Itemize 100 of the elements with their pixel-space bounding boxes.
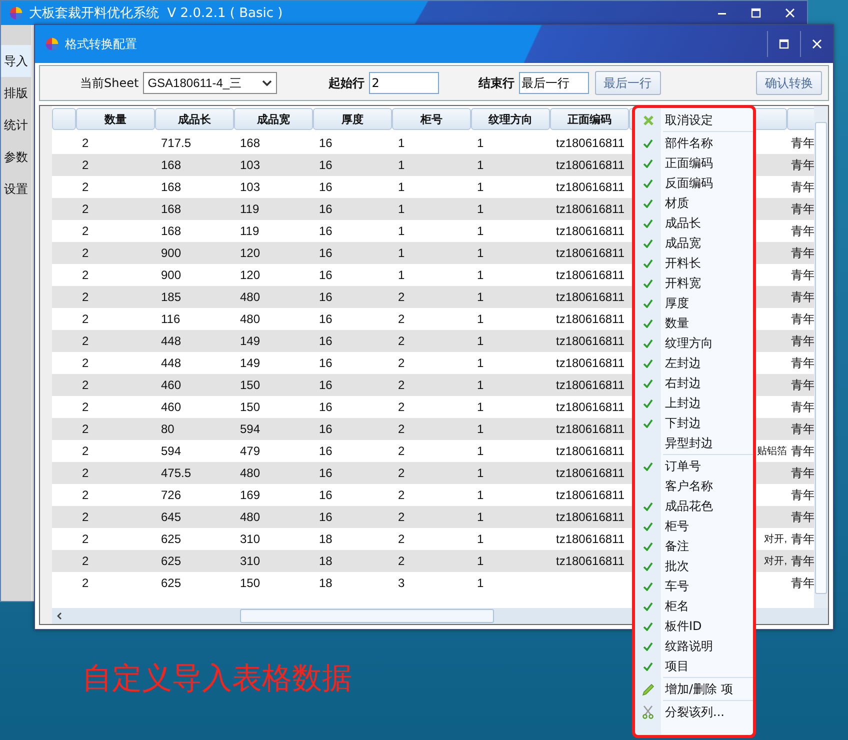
menu-item[interactable]: 成品宽 <box>635 233 753 253</box>
table-cell: 16 <box>319 180 332 194</box>
menu-item[interactable]: 分裂该列... <box>635 702 753 722</box>
table-cell: tz180616811 <box>556 202 625 216</box>
menu-item[interactable]: 车号 <box>635 576 753 596</box>
menu-item[interactable]: 纹路说明 <box>635 636 753 656</box>
check-icon <box>643 178 653 188</box>
table-cell: 149 <box>240 356 260 370</box>
menu-item[interactable]: 材质 <box>635 193 753 213</box>
table-cell: tz180616811 <box>556 422 625 436</box>
menu-item[interactable]: 反面编码 <box>635 173 753 193</box>
table-cell: 1 <box>477 576 484 590</box>
table-cell: 479 <box>240 444 260 458</box>
table-cell: 1 <box>477 378 484 392</box>
sidebar-tab[interactable]: 参数 <box>1 141 31 173</box>
menu-item[interactable]: 项目 <box>635 656 753 676</box>
check-icon <box>643 318 653 328</box>
table-cell: 594 <box>161 444 182 458</box>
table-cell: 310 <box>240 532 260 546</box>
menu-item[interactable]: 开料宽 <box>635 273 753 293</box>
menu-item[interactable]: 成品花色 <box>635 496 753 516</box>
end-row-label: 结束行 <box>478 74 515 92</box>
table-cell: 16 <box>319 224 332 238</box>
table-cell: 150 <box>240 576 260 590</box>
menu-item[interactable]: 订单号 <box>635 456 753 476</box>
table-cell-text: 对开, <box>764 554 787 568</box>
menu-item[interactable]: 下封边 <box>635 413 753 433</box>
table-cell-text: 对开, <box>764 532 787 546</box>
table-cell: 1 <box>398 246 405 260</box>
table-cell: 480 <box>240 312 260 326</box>
menu-item[interactable]: 柜名 <box>635 596 753 616</box>
menu-item[interactable]: 取消设定 <box>635 110 753 130</box>
table-cell: 16 <box>319 246 332 260</box>
table-cell: 2 <box>82 444 89 458</box>
menu-item[interactable]: 异型封边 <box>635 433 753 453</box>
menu-item[interactable]: 增加/删除 项 <box>635 679 753 699</box>
vertical-scrollbar[interactable] <box>814 106 828 608</box>
table-cell: 1 <box>398 158 405 172</box>
table-cell: 168 <box>161 224 182 238</box>
column-header[interactable]: 柜号 <box>392 108 471 130</box>
confirm-button[interactable]: 确认转换 <box>756 71 822 95</box>
close-icon <box>785 8 795 18</box>
menu-item[interactable]: 柜号 <box>635 516 753 536</box>
sheet-dropdown[interactable]: GSA180611-4_三 <box>142 72 277 94</box>
table-cell: tz180616811 <box>556 268 625 282</box>
column-header[interactable]: 正面编码 <box>550 108 629 130</box>
menu-item[interactable]: 客户名称 <box>635 476 753 496</box>
table-cell: 2 <box>82 136 89 150</box>
table-cell: 448 <box>161 356 182 370</box>
table-cell: 3 <box>398 576 405 590</box>
menu-item[interactable]: 开料长 <box>635 253 753 273</box>
table-cell: 2 <box>82 378 89 392</box>
menu-item[interactable]: 批次 <box>635 556 753 576</box>
table-cell: 625 <box>161 532 182 546</box>
menu-item[interactable]: 纹理方向 <box>635 333 753 353</box>
start-row-field[interactable]: 2 <box>368 72 439 94</box>
menu-item[interactable]: 左封边 <box>635 353 753 373</box>
sidebar-tab[interactable]: 导入 <box>1 45 31 77</box>
column-header[interactable]: 成品宽 <box>234 108 313 130</box>
start-row-label: 起始行 <box>328 74 365 92</box>
table-cell: 1 <box>477 268 484 282</box>
menu-item[interactable]: 备注 <box>635 536 753 556</box>
table-cell: tz180616811 <box>556 510 625 524</box>
table-cell: 16 <box>319 488 332 502</box>
window-title: 大板套裁开料优化系统 V 2.0.2.1 ( Basic ) <box>29 5 283 22</box>
end-row-field[interactable]: 最后一行 <box>518 72 589 94</box>
table-cell: 16 <box>319 334 332 348</box>
check-icon <box>643 602 653 610</box>
table-cell: 2 <box>82 224 89 238</box>
table-cell: 103 <box>240 158 260 172</box>
menu-item[interactable]: 右封边 <box>635 373 753 393</box>
check-icon <box>643 522 653 530</box>
table-cell: 1 <box>477 224 484 238</box>
table-cell: tz180616811 <box>556 532 625 546</box>
table-cell: 2 <box>82 334 89 348</box>
menu-item[interactable]: 部件名称 <box>635 133 753 153</box>
sidebar-tab[interactable]: 统计 <box>1 109 31 141</box>
table-cell-text: 贴铝箔 <box>757 444 787 458</box>
check-icon <box>643 562 653 570</box>
column-header[interactable]: 厚度 <box>313 108 392 130</box>
table-cell: 2 <box>398 422 405 436</box>
column-header[interactable]: 纹理方向 <box>471 108 550 130</box>
pencil-icon <box>642 682 654 696</box>
scroll-left-icon[interactable] <box>56 612 64 620</box>
last-row-button[interactable]: 最后一行 <box>594 71 661 95</box>
sidebar-tab[interactable]: 设置 <box>1 173 31 205</box>
menu-item[interactable]: 成品长 <box>635 213 753 233</box>
column-header[interactable]: 成品长 <box>155 108 234 130</box>
table-cell: 2 <box>398 356 405 370</box>
table-cell: 1 <box>477 488 484 502</box>
menu-item[interactable]: 厚度 <box>635 293 753 313</box>
check-icon <box>643 238 653 248</box>
table-cell: 2 <box>82 532 89 546</box>
menu-item[interactable]: 数量 <box>635 313 753 333</box>
menu-item[interactable]: 正面编码 <box>635 153 753 173</box>
menu-item[interactable]: 板件ID <box>635 616 753 636</box>
chevron-down-icon <box>262 79 272 87</box>
menu-item[interactable]: 上封边 <box>635 393 753 413</box>
column-header[interactable]: 数量 <box>76 108 155 130</box>
sidebar-tab[interactable]: 排版 <box>1 77 31 109</box>
